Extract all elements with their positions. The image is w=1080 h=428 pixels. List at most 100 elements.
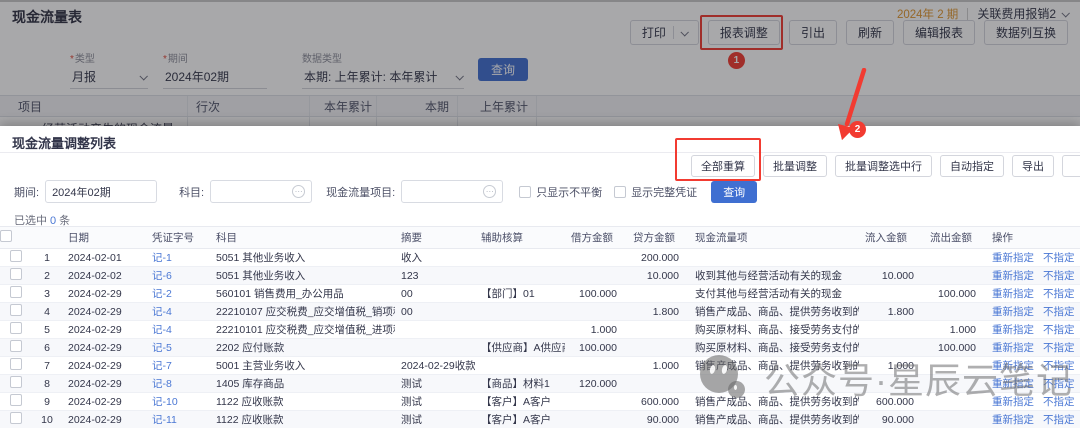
row-account: 5051 其他业务收入 (210, 267, 395, 285)
show-full-voucher-checkbox[interactable] (614, 186, 626, 198)
row-outflow: 100.000 (924, 339, 986, 357)
row-checkbox[interactable] (10, 394, 22, 406)
table-row: 32024-02-29记-2560101 销售费用_办公用品00【部门】0110… (0, 285, 1080, 303)
unassign-link[interactable]: 不指定 (1043, 378, 1075, 390)
unassign-link[interactable]: 不指定 (1043, 306, 1075, 318)
row-index: 9 (32, 393, 62, 411)
row-account: 560101 销售费用_办公用品 (210, 285, 395, 303)
voucher-link[interactable]: 记-5 (152, 342, 172, 354)
batch-adjust-selected-button[interactable]: 批量调整选中行 (835, 155, 932, 177)
voucher-link[interactable]: 记-4 (152, 306, 172, 318)
select-all-checkbox[interactable] (0, 230, 12, 242)
unassign-link[interactable]: 不指定 (1043, 396, 1075, 408)
unassign-link[interactable]: 不指定 (1043, 360, 1075, 372)
reassign-link[interactable]: 重新指定 (992, 270, 1034, 282)
row-inflow: 90.000 (859, 411, 924, 428)
row-voucher-cell: 记-6 (146, 267, 210, 285)
unassign-link[interactable]: 不指定 (1043, 288, 1075, 300)
unassign-link[interactable]: 不指定 (1043, 342, 1075, 354)
reassign-link[interactable]: 重新指定 (992, 306, 1034, 318)
row-credit (627, 339, 689, 357)
reassign-link[interactable]: 重新指定 (992, 252, 1034, 264)
reassign-link[interactable]: 重新指定 (992, 288, 1034, 300)
reassign-link[interactable]: 重新指定 (992, 396, 1034, 408)
row-checkbox[interactable] (10, 304, 22, 316)
unassign-link[interactable]: 不指定 (1043, 270, 1075, 282)
row-date: 2024-02-29 (62, 285, 146, 303)
row-checkbox[interactable] (10, 286, 22, 298)
row-inflow: 600.000 (859, 393, 924, 411)
voucher-link[interactable]: 记-8 (152, 378, 172, 390)
reassign-link[interactable]: 重新指定 (992, 342, 1034, 354)
row-date: 2024-02-29 (62, 303, 146, 321)
row-checkbox[interactable] (10, 358, 22, 370)
table-row: 82024-02-29记-81405 库存商品测试【商品】材料1120.000重… (0, 375, 1080, 393)
row-debit: 100.000 (565, 285, 627, 303)
table-row: 12024-02-01记-15051 其他业务收入收入200.000重新指定不指… (0, 249, 1080, 267)
voucher-link[interactable]: 记-10 (152, 396, 178, 408)
reassign-link[interactable]: 重新指定 (992, 324, 1034, 336)
row-actions: 重新指定不指定 (986, 339, 1080, 357)
voucher-link[interactable]: 记-1 (152, 252, 172, 264)
row-date: 2024-02-29 (62, 393, 146, 411)
lookup-icon[interactable]: ⋯ (292, 185, 305, 198)
row-auxiliary (475, 321, 565, 339)
show-full-voucher-option[interactable]: 显示完整凭证 (614, 184, 697, 200)
reassign-link[interactable]: 重新指定 (992, 360, 1034, 372)
row-account: 5001 主营业务收入 (210, 357, 395, 375)
row-checkbox[interactable] (10, 340, 22, 352)
row-actions: 重新指定不指定 (986, 411, 1080, 428)
lookup-icon[interactable]: ⋯ (483, 185, 496, 198)
voucher-link[interactable]: 记-11 (152, 414, 177, 426)
row-auxiliary (475, 357, 565, 375)
row-actions: 重新指定不指定 (986, 285, 1080, 303)
row-debit (565, 393, 627, 411)
row-outflow (924, 393, 986, 411)
reassign-link[interactable]: 重新指定 (992, 414, 1034, 426)
row-checkbox[interactable] (10, 268, 22, 280)
reassign-link[interactable]: 重新指定 (992, 378, 1034, 390)
batch-adjust-button[interactable]: 批量调整 (763, 155, 827, 177)
row-credit (627, 375, 689, 393)
row-credit: 600.000 (627, 393, 689, 411)
row-date: 2024-02-29 (62, 411, 146, 428)
row-inflow (859, 285, 924, 303)
table-row: 102024-02-29记-111122 应收账款测试【客户】A客户90.000… (0, 411, 1080, 428)
row-checkbox[interactable] (10, 412, 22, 424)
col-debit: 借方金额 (565, 227, 627, 249)
export-button[interactable]: 导出 (1012, 155, 1054, 177)
account-filter-input[interactable]: ⋯ (210, 180, 312, 203)
row-debit (565, 249, 627, 267)
row-debit (565, 303, 627, 321)
row-checkbox[interactable] (10, 376, 22, 388)
adjustment-modal: 现金流量调整列表 全部重算 批量调整 批量调整选中行 自动指定 导出 期间: 2… (0, 126, 1080, 428)
row-date: 2024-02-01 (62, 249, 146, 267)
row-date: 2024-02-02 (62, 267, 146, 285)
modal-query-button[interactable]: 查询 (711, 181, 757, 203)
cashflow-filter-input[interactable]: ⋯ (401, 180, 503, 203)
row-summary: 00 (395, 303, 475, 321)
voucher-link[interactable]: 记-6 (152, 270, 172, 282)
row-outflow (924, 411, 986, 428)
auto-assign-button[interactable]: 自动指定 (940, 155, 1004, 177)
only-unbalanced-checkbox[interactable] (519, 186, 531, 198)
period-filter-input[interactable]: 2024年02期 (45, 180, 157, 203)
voucher-link[interactable]: 记-2 (152, 288, 172, 300)
unassign-link[interactable]: 不指定 (1043, 252, 1075, 264)
clipped-button[interactable] (1062, 155, 1080, 177)
row-credit: 200.000 (627, 249, 689, 267)
table-row: 42024-02-29记-422210107 应交税费_应交增值税_销项税额00… (0, 303, 1080, 321)
period-filter-label: 期间: (14, 184, 39, 200)
row-cashflow-item: 支付其他与经营活动有关的现金 (689, 285, 859, 303)
row-index: 4 (32, 303, 62, 321)
voucher-link[interactable]: 记-4 (152, 324, 172, 336)
row-checkbox[interactable] (10, 250, 22, 262)
unassign-link[interactable]: 不指定 (1043, 414, 1075, 426)
voucher-link[interactable]: 记-7 (152, 360, 172, 372)
row-voucher-cell: 记-7 (146, 357, 210, 375)
recalc-all-button[interactable]: 全部重算 (691, 155, 755, 177)
row-checkbox[interactable] (10, 322, 22, 334)
unassign-link[interactable]: 不指定 (1043, 324, 1075, 336)
row-cashflow-item: 购买原材料、商品、接受劳务支付的现金 (689, 321, 859, 339)
only-unbalanced-option[interactable]: 只显示不平衡 (519, 184, 602, 200)
